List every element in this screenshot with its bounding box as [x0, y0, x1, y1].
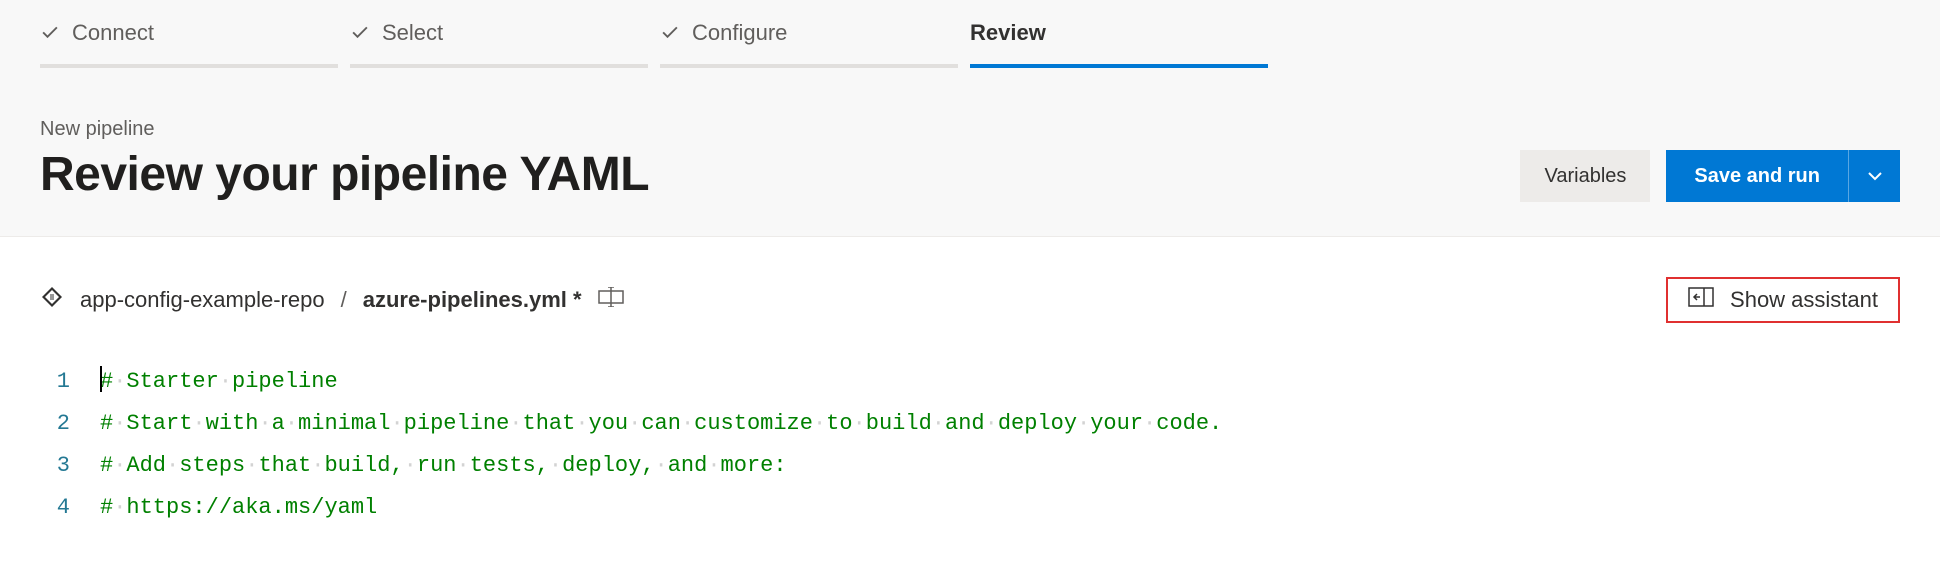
step-bar	[970, 64, 1268, 68]
yaml-editor[interactable]: 1 2 3 4 #·Starter·pipeline #·Start·with·…	[0, 337, 1940, 529]
code-line: #·Starter·pipeline	[100, 361, 1222, 403]
line-number: 3	[40, 445, 70, 487]
breadcrumb-repo[interactable]: app-config-example-repo	[80, 287, 325, 313]
text-cursor	[100, 366, 102, 392]
step-label: Connect	[72, 20, 154, 46]
step-review[interactable]: Review	[970, 20, 1268, 68]
variables-button[interactable]: Variables	[1520, 150, 1650, 202]
code-line: #·Start·with·a·minimal·pipeline·that·you…	[100, 403, 1222, 445]
code-line: #·https://aka.ms/yaml	[100, 487, 1222, 529]
step-select[interactable]: Select	[350, 20, 648, 68]
save-and-run-button[interactable]: Save and run	[1666, 150, 1848, 202]
step-bar	[40, 64, 338, 68]
code-line: #·Add·steps·that·build,·run·tests,·deplo…	[100, 445, 1222, 487]
step-bar	[660, 64, 958, 68]
step-bar	[350, 64, 648, 68]
step-label: Configure	[692, 20, 787, 46]
breadcrumb: app-config-example-repo / azure-pipeline…	[40, 285, 624, 315]
show-assistant-button[interactable]: Show assistant	[1666, 277, 1900, 323]
editor-gutter: 1 2 3 4	[40, 361, 100, 529]
step-label: Review	[970, 20, 1046, 46]
breadcrumb-file[interactable]: azure-pipelines.yml *	[363, 287, 582, 313]
chevron-down-icon	[1867, 168, 1883, 184]
line-number: 4	[40, 487, 70, 529]
step-connect[interactable]: Connect	[40, 20, 338, 68]
breadcrumb-separator: /	[341, 287, 347, 313]
check-icon	[40, 23, 60, 43]
repo-icon	[40, 285, 64, 315]
rename-icon[interactable]	[598, 287, 624, 313]
panel-left-icon	[1688, 287, 1714, 313]
page-title: Review your pipeline YAML	[40, 147, 649, 202]
line-number: 2	[40, 403, 70, 445]
wizard-stepper: Connect Select Configure	[0, 0, 1940, 88]
step-label: Select	[382, 20, 443, 46]
header-actions: Variables Save and run	[1520, 150, 1900, 202]
line-number: 1	[40, 361, 70, 403]
check-icon	[350, 23, 370, 43]
save-and-run-dropdown[interactable]	[1848, 150, 1900, 202]
show-assistant-label: Show assistant	[1730, 287, 1878, 313]
step-configure[interactable]: Configure	[660, 20, 958, 68]
page-subtitle: New pipeline	[40, 118, 649, 141]
check-icon	[660, 23, 680, 43]
editor-content[interactable]: #·Starter·pipeline #·Start·with·a·minima…	[100, 361, 1222, 529]
